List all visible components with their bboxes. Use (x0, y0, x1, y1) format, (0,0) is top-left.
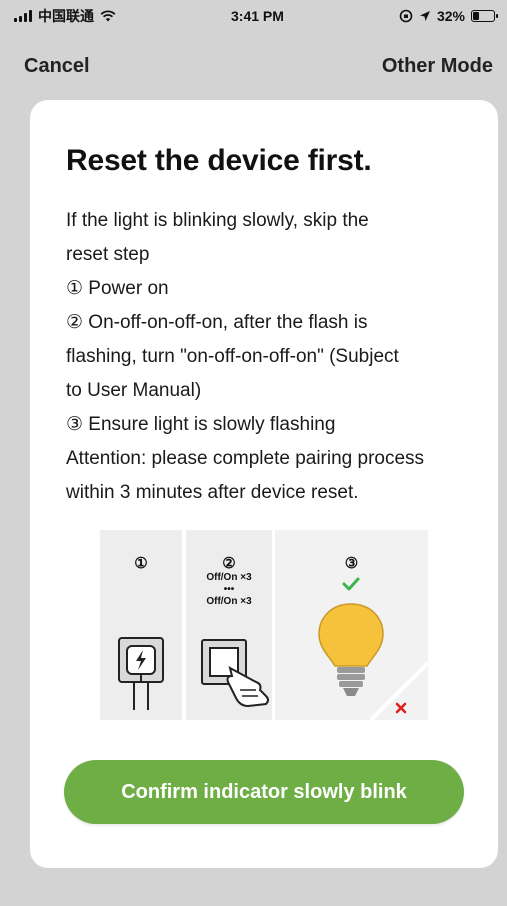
step1-panel: ① (100, 530, 182, 720)
instructions-text: If the light is blinking slowly, skip th… (66, 204, 471, 510)
diagonal-divider (369, 661, 428, 720)
confirm-button[interactable]: Confirm indicator slowly blink (64, 760, 464, 824)
status-left: 中国联通 (14, 6, 116, 26)
battery-icon (470, 10, 498, 22)
status-time: 3:41 PM (231, 8, 284, 24)
instruction-line: flashing, turn "on-off-on-off-on" (Subje… (66, 346, 399, 367)
instruction-line: If the light is blinking slowly, skip th… (66, 210, 369, 231)
instruction-line: to User Manual) (66, 380, 202, 401)
power-plug-icon (118, 637, 164, 710)
lock-rotation-icon (399, 9, 413, 23)
status-bar: 中国联通 3:41 PM 32% (0, 0, 507, 32)
step2-note: Off/On ×3 ••• Off/On ×3 (186, 572, 272, 608)
cross-icon (395, 702, 407, 714)
cancel-button[interactable]: Cancel (24, 55, 90, 78)
other-mode-button[interactable]: Other Mode (382, 55, 493, 78)
instruction-line: Attention: please complete pairing proce… (66, 448, 425, 469)
instruction-line: ② On-off-on-off-on, after the flash is (66, 312, 368, 333)
reset-illustration: ① ② Off/On ×3 ••• Off/On ×3 ③ (100, 530, 428, 720)
instruction-line: within 3 minutes after device reset. (66, 482, 359, 503)
battery-level-fill (472, 12, 479, 20)
nav-bar: Cancel Other Mode (0, 48, 507, 84)
step2-number: ② (222, 555, 236, 572)
reset-instructions-card: Reset the device first. If the light is … (30, 100, 498, 868)
instruction-line: ① Power on (66, 278, 169, 299)
location-icon (419, 11, 430, 21)
step3-panel: ③ (275, 530, 428, 720)
instruction-line: reset step (66, 244, 150, 265)
carrier-name: 中国联通 (38, 8, 94, 24)
step2-note-line: Off/On ×3 (206, 596, 252, 607)
page-title: Reset the device first. (66, 144, 372, 177)
wifi-icon (100, 10, 116, 22)
step2-panel: ② Off/On ×3 ••• Off/On ×3 (186, 530, 272, 720)
instruction-line: ③ Ensure light is slowly flashing (66, 414, 336, 435)
status-right: 32% (399, 8, 498, 24)
signal-icon (14, 10, 32, 22)
step2-note-line: Off/On ×3 (206, 572, 252, 583)
step2-note-dots: ••• (223, 584, 235, 595)
battery-percent: 32% (436, 8, 465, 24)
wall-switch-icon (201, 639, 269, 708)
step1-number: ① (134, 555, 148, 572)
